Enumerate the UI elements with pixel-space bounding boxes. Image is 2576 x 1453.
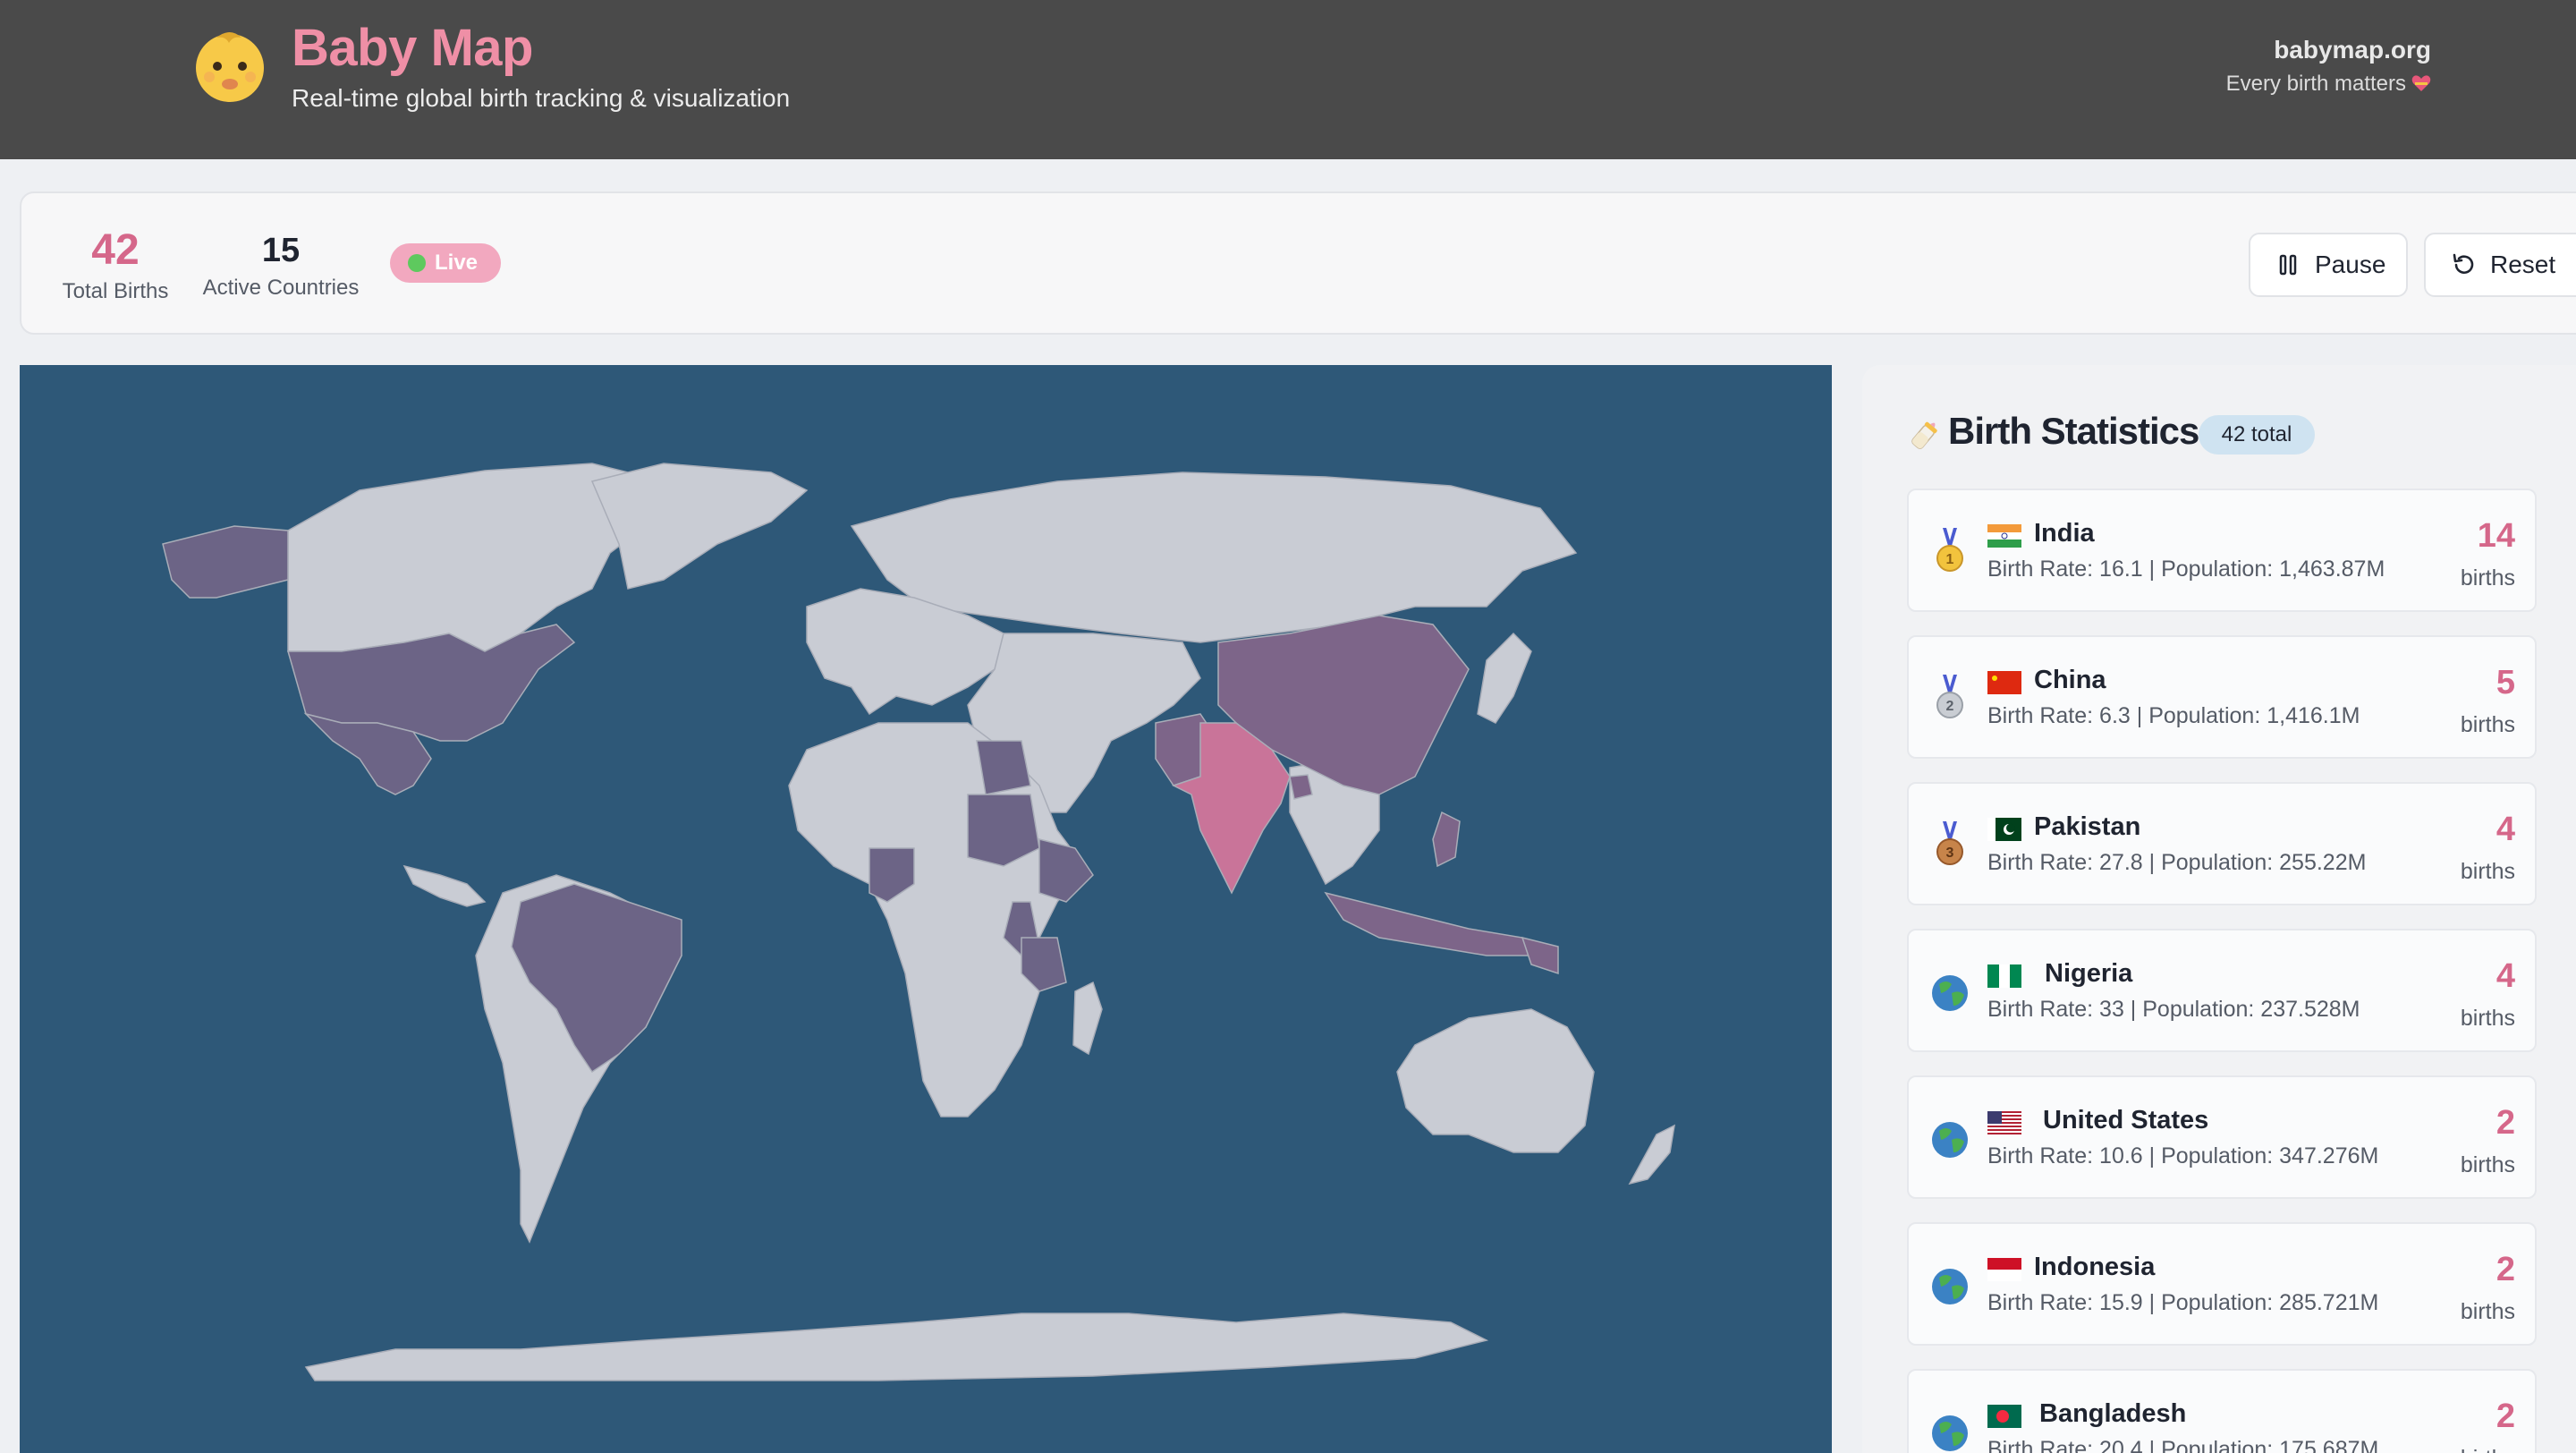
active-countries-stat: 15 Active Countries bbox=[191, 225, 370, 301]
country-philippines[interactable] bbox=[1432, 811, 1461, 868]
central-america[interactable] bbox=[402, 864, 487, 907]
antarctica[interactable] bbox=[304, 1313, 1489, 1381]
reset-icon bbox=[2453, 253, 2474, 274]
silver-medal-icon: 2 bbox=[1936, 675, 1963, 718]
site-tagline: Every birth matters bbox=[2226, 72, 2431, 97]
flag-nigeria-icon bbox=[1987, 964, 2021, 988]
country-png[interactable] bbox=[1521, 936, 1559, 975]
country-egypt[interactable] bbox=[976, 740, 1031, 795]
country-meta: Birth Rate: 15.9 | Population: 285.721M bbox=[1987, 1290, 2379, 1315]
world-map-svg[interactable] bbox=[20, 365, 1832, 1453]
world-map[interactable] bbox=[20, 365, 1832, 1453]
pause-label: Pause bbox=[2315, 251, 2386, 278]
flag-india-icon bbox=[1987, 524, 2021, 548]
svg-text:1: 1 bbox=[1946, 552, 1954, 567]
app-header: Baby Map Real-time global birth tracking… bbox=[0, 0, 2576, 159]
country-card-bangladesh[interactable]: Bangladesh Birth Rate: 20.4 | Population… bbox=[1907, 1369, 2537, 1453]
country-ethiopia[interactable] bbox=[1038, 838, 1094, 903]
birth-count-label: births bbox=[2460, 859, 2515, 884]
country-indonesia[interactable] bbox=[1324, 891, 1533, 956]
greenland[interactable] bbox=[590, 463, 809, 590]
total-births-stat: 42 Total Births bbox=[48, 225, 182, 304]
country-name: China bbox=[2034, 666, 2106, 694]
country-name: United States bbox=[2043, 1106, 2209, 1134]
birth-count: 14 bbox=[2477, 517, 2515, 555]
baby-face-icon bbox=[196, 32, 264, 102]
birth-count-label: births bbox=[2460, 1299, 2515, 1324]
birth-count: 2 bbox=[2496, 1251, 2515, 1288]
flag-pakistan-icon bbox=[1987, 818, 2021, 841]
country-card-indonesia[interactable]: Indonesia Birth Rate: 15.9 | Population:… bbox=[1907, 1222, 2537, 1346]
country-name: Bangladesh bbox=[2039, 1399, 2187, 1428]
birth-count: 4 bbox=[2496, 957, 2515, 995]
country-meta: Birth Rate: 16.1 | Population: 1,463.87M bbox=[1987, 557, 2385, 582]
birth-stats-panel: Birth Statistics 42 total 1 India Birth … bbox=[1862, 365, 2576, 1453]
flag-china-icon bbox=[1987, 671, 2021, 694]
country-meta: Birth Rate: 33 | Population: 237.528M bbox=[1987, 997, 2360, 1022]
live-label: Live bbox=[435, 251, 479, 275]
country-card-india[interactable]: 1 India Birth Rate: 16.1 | Population: 1… bbox=[1907, 489, 2537, 612]
country-meta: Birth Rate: 27.8 | Population: 255.22M bbox=[1987, 850, 2367, 875]
pause-icon bbox=[2279, 254, 2297, 276]
country-card-united-states[interactable]: United States Birth Rate: 10.6 | Populat… bbox=[1907, 1075, 2537, 1199]
svg-text:2: 2 bbox=[1946, 699, 1954, 714]
country-card-china[interactable]: 2 China Birth Rate: 6.3 | Population: 1,… bbox=[1907, 635, 2537, 759]
birth-count-label: births bbox=[2461, 1446, 2515, 1453]
stats-title: Birth Statistics bbox=[1948, 410, 2199, 452]
globe-icon bbox=[1932, 975, 1968, 1011]
baby-bottle-icon bbox=[1911, 421, 1937, 449]
globe-icon bbox=[1932, 1269, 1968, 1304]
birth-count: 4 bbox=[2496, 811, 2515, 848]
reset-label: Reset bbox=[2490, 251, 2556, 278]
country-card-nigeria[interactable]: Nigeria Birth Rate: 33 | Population: 237… bbox=[1907, 929, 2537, 1052]
app-subtitle: Real-time global birth tracking & visual… bbox=[292, 84, 791, 112]
country-madagascar[interactable] bbox=[1072, 981, 1103, 1056]
stats-toolbar: 42 Total Births 15 Active Countries Live… bbox=[20, 191, 2576, 335]
site-tagline-text: Every birth matters bbox=[2225, 72, 2406, 96]
birth-count-label: births bbox=[2460, 712, 2515, 737]
flag-indonesia-icon bbox=[1987, 1258, 2021, 1281]
gold-medal-icon: 1 bbox=[1936, 528, 1963, 572]
pause-button[interactable]: Pause bbox=[2249, 233, 2408, 297]
country-new-zealand[interactable] bbox=[1628, 1124, 1675, 1185]
country-japan[interactable] bbox=[1477, 632, 1532, 724]
flag-bangladesh-icon bbox=[1987, 1405, 2021, 1428]
total-births-label: Total Births bbox=[62, 279, 169, 303]
active-countries-label: Active Countries bbox=[202, 276, 360, 300]
country-alaska[interactable] bbox=[162, 525, 289, 599]
birth-count-label: births bbox=[2460, 1152, 2515, 1177]
country-name: India bbox=[2034, 519, 2095, 548]
stats-total-badge: 42 total bbox=[2199, 415, 2315, 455]
heart-icon bbox=[2411, 75, 2431, 91]
birth-count-label: births bbox=[2460, 565, 2515, 591]
birth-count: 2 bbox=[2496, 1398, 2515, 1435]
country-bangladesh[interactable] bbox=[1289, 774, 1313, 800]
globe-icon bbox=[1932, 1415, 1968, 1451]
svg-text:3: 3 bbox=[1946, 845, 1954, 861]
app-title: Baby Map bbox=[292, 19, 533, 77]
total-births-value: 42 bbox=[91, 226, 140, 274]
birth-count: 2 bbox=[2496, 1104, 2515, 1142]
country-australia[interactable] bbox=[1396, 1008, 1595, 1153]
birth-count: 5 bbox=[2496, 664, 2515, 701]
flag-united-states-icon bbox=[1987, 1111, 2021, 1134]
country-meta: Birth Rate: 20.4 | Population: 175.687M bbox=[1987, 1437, 2379, 1453]
country-name: Pakistan bbox=[2034, 812, 2141, 841]
country-meta: Birth Rate: 6.3 | Population: 1,416.1M bbox=[1987, 703, 2360, 728]
site-domain[interactable]: babymap.org bbox=[2274, 36, 2431, 64]
country-name: Indonesia bbox=[2034, 1253, 2156, 1281]
live-badge: Live bbox=[390, 243, 501, 283]
country-name: Nigeria bbox=[2045, 959, 2133, 988]
reset-button[interactable]: Reset bbox=[2424, 233, 2576, 297]
birth-count-label: births bbox=[2460, 1006, 2515, 1031]
country-card-pakistan[interactable]: 3 Pakistan Birth Rate: 27.8 | Population… bbox=[1907, 782, 2537, 905]
active-countries-value: 15 bbox=[261, 232, 301, 269]
globe-icon bbox=[1932, 1122, 1968, 1158]
country-meta: Birth Rate: 10.6 | Population: 347.276M bbox=[1987, 1143, 2379, 1168]
bronze-medal-icon: 3 bbox=[1936, 821, 1963, 865]
live-dot-icon bbox=[408, 254, 426, 272]
